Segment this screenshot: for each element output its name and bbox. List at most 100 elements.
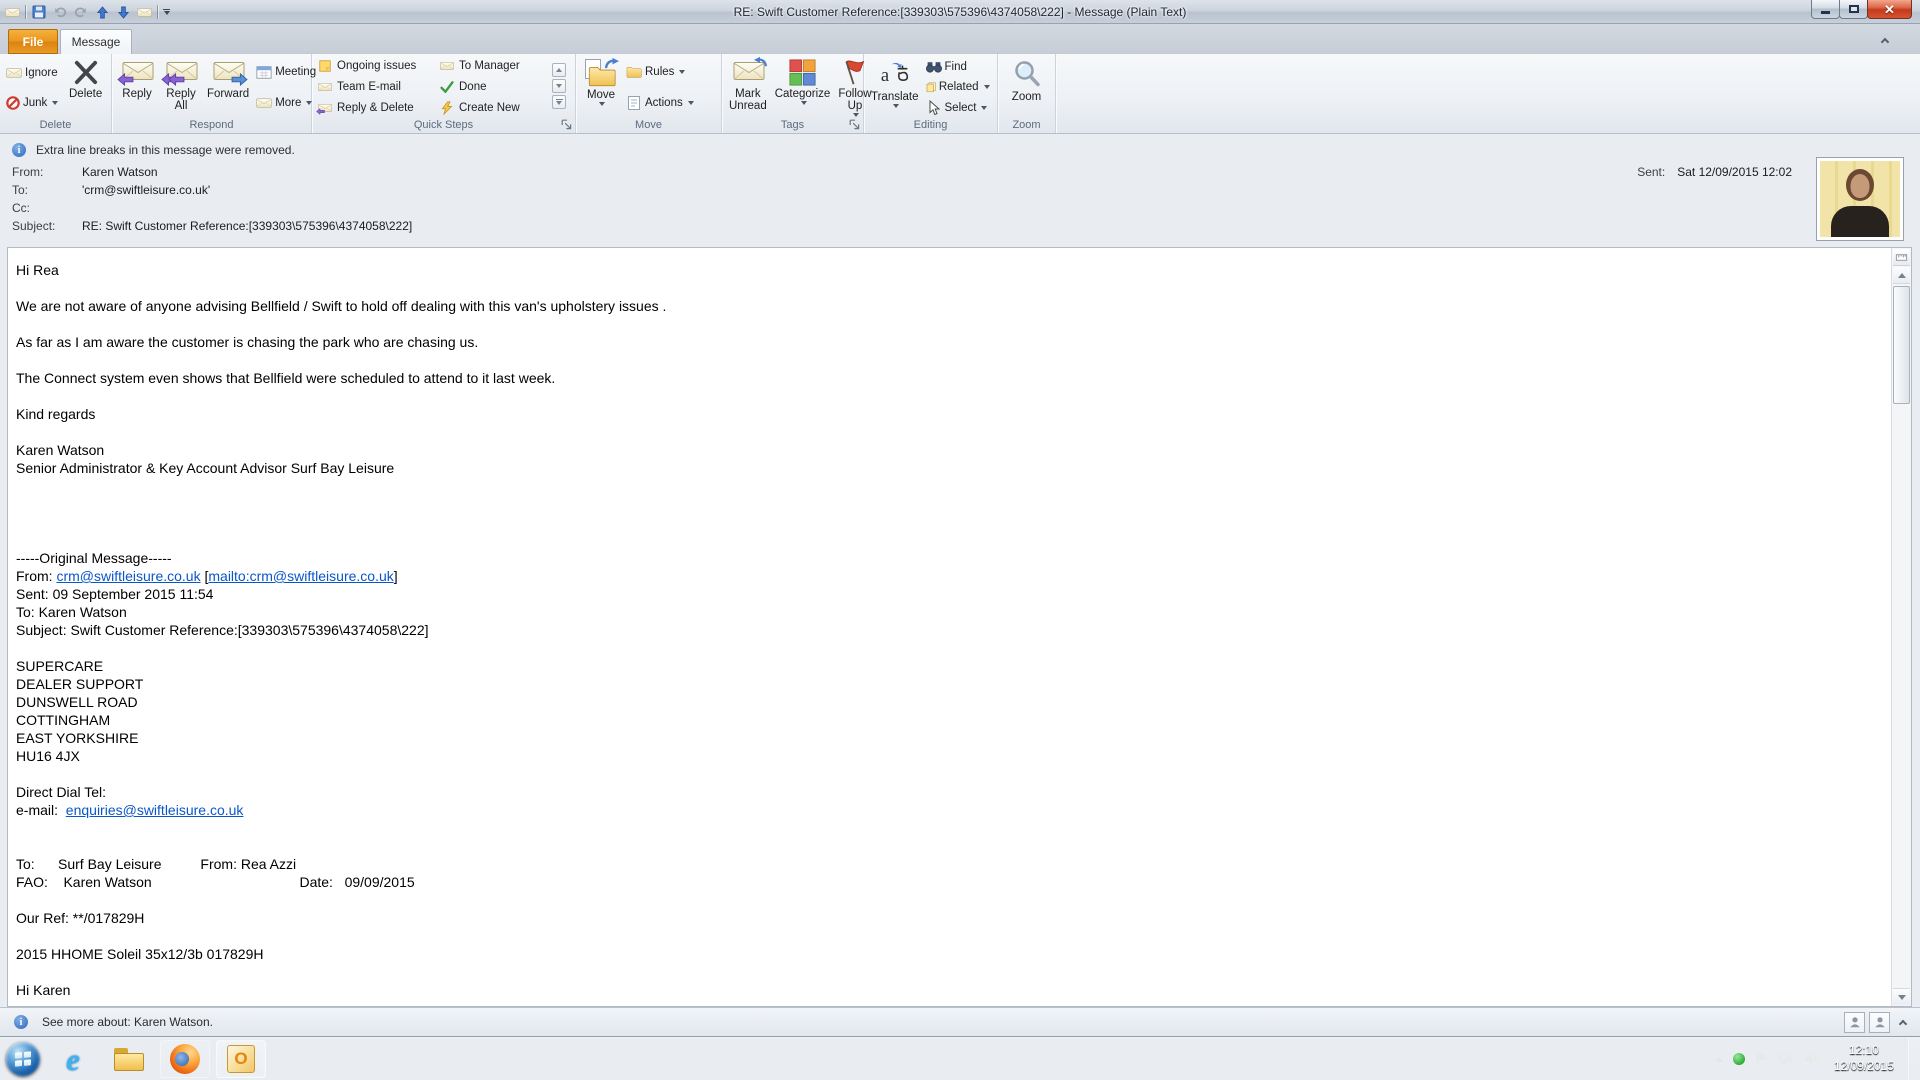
header-fields: From: Karen Watson To: 'crm@swiftleisure… — [12, 163, 412, 235]
translate-button[interactable]: Translate — [867, 57, 923, 118]
body-text-segment: Karen Watson — [16, 442, 104, 458]
close-button[interactable]: ✕ — [1867, 0, 1912, 19]
tab-message[interactable]: Message — [60, 29, 132, 54]
related-button[interactable]: Related — [923, 78, 993, 96]
email-link[interactable]: mailto:crm@swiftleisure.co.uk — [208, 568, 393, 584]
email-link[interactable]: enquiries@swiftleisure.co.uk — [66, 802, 244, 818]
quick-step-reply-delete[interactable]: Reply & Delete — [316, 98, 434, 118]
quick-step-to-manager[interactable]: To Manager — [438, 56, 550, 76]
scrollbar-thumb[interactable] — [1893, 286, 1910, 404]
people-pane-expand-button[interactable] — [1894, 1013, 1912, 1031]
rules-button[interactable]: Rules — [623, 63, 707, 81]
body-text-segment: Senior Administrator & Key Account Advis… — [16, 460, 394, 476]
meeting-button[interactable]: Meeting — [253, 63, 319, 81]
to-row: To: 'crm@swiftleisure.co.uk' — [12, 181, 412, 199]
reply-all-icon — [163, 59, 199, 86]
restore-button[interactable] — [1839, 0, 1868, 19]
find-button[interactable]: Find — [923, 58, 993, 76]
body-line — [16, 387, 1877, 405]
volume-icon[interactable] — [1804, 1052, 1820, 1066]
quick-steps-dialog-launcher[interactable] — [561, 119, 573, 131]
minimize-ribbon-button[interactable] — [1878, 33, 1892, 47]
show-hidden-icons-button[interactable] — [1715, 1057, 1723, 1062]
team-email-icon — [318, 80, 332, 94]
quick-step-team-email[interactable]: Team E-mail — [316, 77, 434, 97]
info-icon: i — [12, 143, 26, 157]
quick-steps-scroll-up-button[interactable] — [552, 63, 566, 77]
delete-button[interactable]: Delete — [65, 57, 106, 118]
move-button[interactable]: Move — [579, 57, 623, 118]
reply-button[interactable]: Reply — [115, 57, 159, 118]
avatar-placeholder[interactable] — [1844, 1012, 1865, 1033]
ribbon-group-tags: Mark Unread Categorize Follow Up Tags — [722, 54, 864, 133]
body-text-segment: 2015 HHOME Soleil 35x12/3b 017829H — [16, 946, 264, 962]
sent-label: Sent: — [1637, 165, 1665, 179]
categorize-button[interactable]: Categorize — [771, 57, 835, 118]
tray-status-icon[interactable] — [1733, 1053, 1745, 1065]
group-caption-delete: Delete — [0, 118, 111, 133]
taskbar-explorer-button[interactable] — [104, 1040, 154, 1078]
dropdown-caret-icon — [52, 101, 58, 105]
quick-step-ongoing-issues[interactable]: Ongoing issues — [316, 56, 434, 76]
reply-all-button[interactable]: Reply All — [159, 57, 203, 118]
body-text-segment: Hi Rea — [16, 262, 59, 278]
ignore-button[interactable]: Ignore — [3, 64, 65, 82]
taskbar-clock[interactable]: 12:10 12/09/2015 — [1834, 1043, 1894, 1074]
message-body[interactable]: Hi ReaWe are not aware of anyone advisin… — [7, 247, 1912, 1007]
body-line — [16, 477, 1877, 495]
ruler-toggle-button[interactable] — [1893, 249, 1910, 266]
junk-button[interactable]: Junk — [3, 95, 65, 111]
tags-dialog-launcher[interactable] — [849, 119, 861, 131]
network-icon[interactable] — [1778, 1052, 1794, 1066]
body-line: DEALER SUPPORT — [16, 675, 1877, 693]
ribbon-tab-row: File Message — [0, 24, 1920, 54]
taskbar-internet-explorer-button[interactable] — [48, 1040, 98, 1078]
outlook-icon — [227, 1045, 255, 1073]
quick-steps-more-button[interactable] — [552, 95, 566, 109]
forward-button[interactable]: Forward — [203, 57, 253, 118]
actions-button[interactable]: Actions — [623, 94, 707, 112]
select-button[interactable]: Select — [923, 99, 993, 117]
close-icon: ✕ — [1884, 3, 1895, 16]
people-pane-info: i See more about: Karen Watson. — [14, 1008, 213, 1036]
action-center-flag-icon[interactable] — [1755, 1052, 1768, 1067]
firefox-icon — [170, 1044, 200, 1074]
mark-unread-button[interactable]: Mark Unread — [725, 57, 771, 118]
body-text-segment: -----Original Message----- — [16, 550, 172, 566]
taskbar-outlook-button[interactable] — [216, 1040, 266, 1078]
scroll-down-button[interactable] — [1893, 988, 1910, 1005]
internet-explorer-icon — [66, 1044, 80, 1075]
quick-steps-scroll-down-button[interactable] — [552, 79, 566, 93]
tab-file[interactable]: File — [8, 29, 58, 54]
body-line — [16, 495, 1877, 513]
ribbon-group-quick-steps: Ongoing issues To Manager Team E-mail Do… — [312, 54, 576, 133]
to-value: 'crm@swiftleisure.co.uk' — [82, 183, 210, 197]
start-button[interactable] — [6, 1042, 40, 1076]
body-line: Direct Dial Tel: — [16, 783, 1877, 801]
email-link[interactable]: crm@swiftleisure.co.uk — [56, 568, 200, 584]
body-text-segment: HU16 4JX — [16, 748, 80, 764]
scroll-up-button[interactable] — [1893, 267, 1910, 284]
body-line — [16, 531, 1877, 549]
zoom-button[interactable]: Zoom — [1008, 57, 1046, 118]
mark-unread-icon — [730, 59, 766, 86]
body-line — [16, 891, 1877, 909]
group-caption-editing: Editing — [864, 118, 997, 133]
quick-step-done[interactable]: Done — [438, 77, 550, 97]
body-line — [16, 513, 1877, 531]
minimize-button[interactable] — [1811, 0, 1840, 19]
reply-delete-icon — [318, 101, 332, 115]
dropdown-caret-icon — [599, 102, 605, 106]
vertical-scrollbar[interactable] — [1891, 248, 1911, 1006]
contact-photo-image — [1820, 161, 1900, 237]
quick-step-create-new[interactable]: Create New — [438, 98, 550, 118]
show-desktop-button[interactable] — [1908, 1038, 1920, 1080]
body-text-segment: To: Surf Bay Leisure From: Rea Azzi — [16, 856, 296, 872]
avatar-placeholder[interactable] — [1869, 1012, 1890, 1033]
bolt-icon — [440, 101, 454, 115]
folder-icon — [114, 1048, 144, 1071]
taskbar-firefox-button[interactable] — [160, 1040, 210, 1078]
window-title: RE: Swift Customer Reference:[339303\575… — [0, 0, 1920, 24]
more-respond-button[interactable]: More — [253, 94, 319, 112]
body-text-segment: COTTINGHAM — [16, 712, 110, 728]
